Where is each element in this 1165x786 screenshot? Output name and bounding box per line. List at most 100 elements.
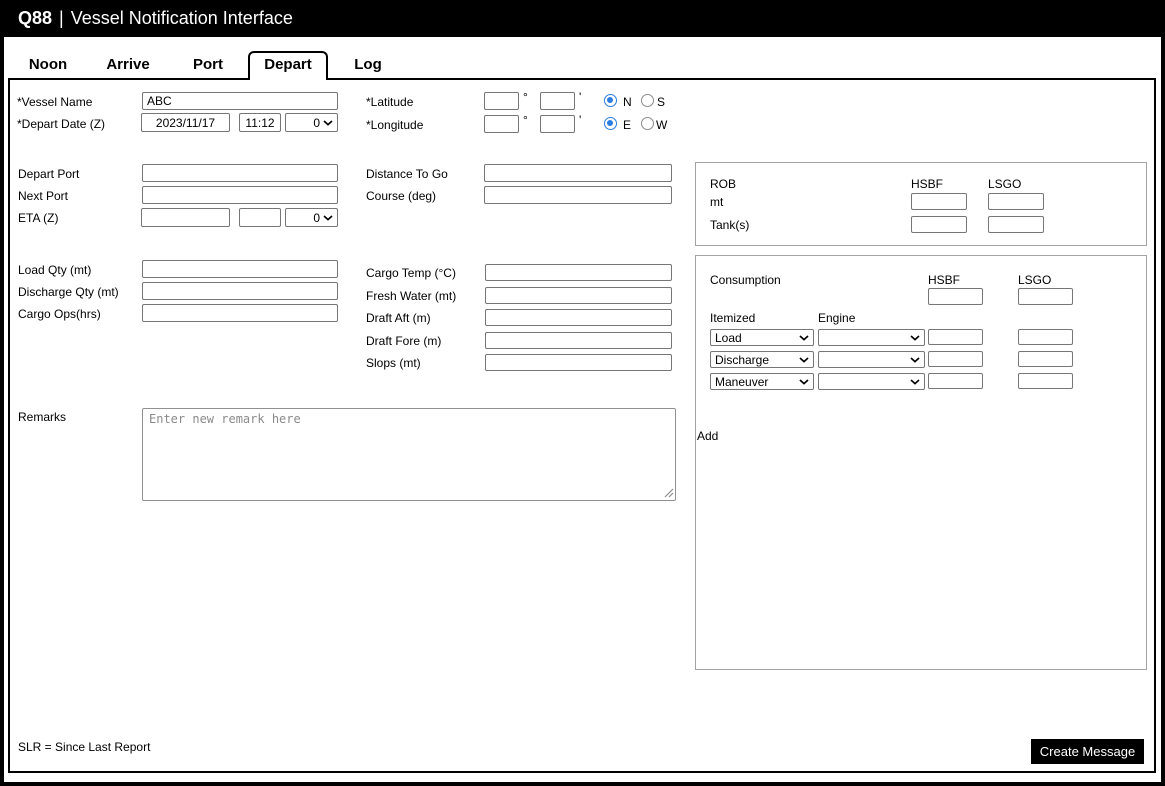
depart-timezone-value: 0 bbox=[313, 115, 320, 130]
tab-arrive[interactable]: Arrive bbox=[88, 52, 168, 78]
cargo-ops-label: Cargo Ops(hrs) bbox=[18, 307, 101, 321]
latitude-degrees-unit: ° bbox=[523, 90, 528, 104]
depart-timezone-select[interactable]: 0 bbox=[285, 113, 338, 132]
chevron-down-icon bbox=[323, 214, 333, 221]
latitude-minutes-input[interactable] bbox=[540, 92, 575, 110]
consumption-hsbf-input-1[interactable] bbox=[928, 329, 983, 345]
longitude-degrees-unit: ° bbox=[523, 113, 528, 127]
longitude-east-radio[interactable] bbox=[604, 117, 617, 130]
tab-noon[interactable]: Noon bbox=[8, 52, 88, 78]
depart-date-label: *Depart Date (Z) bbox=[17, 117, 106, 131]
vessel-notification-window: Q88 | Vessel Notification Interface Noon… bbox=[0, 0, 1165, 786]
chevron-down-icon bbox=[910, 356, 920, 363]
itemized-select-1[interactable]: Load bbox=[710, 329, 814, 346]
itemized-value-1: Load bbox=[715, 330, 742, 345]
longitude-minutes-input[interactable] bbox=[540, 115, 575, 133]
rob-hsbf-header: HSBF bbox=[911, 177, 944, 191]
consumption-hsbf-input-3[interactable] bbox=[928, 373, 983, 389]
tab-port[interactable]: Port bbox=[168, 52, 248, 78]
rob-lsgo-header: LSGO bbox=[988, 177, 1022, 191]
consumption-lsgo-input-2[interactable] bbox=[1018, 351, 1073, 367]
itemized-select-2[interactable]: Discharge bbox=[710, 351, 814, 368]
consumption-hsbf-header: HSBF bbox=[928, 273, 961, 287]
chevron-down-icon bbox=[799, 356, 809, 363]
eta-time-input[interactable] bbox=[239, 208, 281, 227]
slops-label: Slops (mt) bbox=[366, 356, 421, 370]
create-message-button[interactable]: Create Message bbox=[1031, 739, 1144, 764]
add-consumption-row-link[interactable]: Add bbox=[697, 429, 718, 443]
consumption-panel bbox=[695, 255, 1147, 670]
vessel-name-input[interactable] bbox=[142, 92, 338, 110]
cargo-ops-input[interactable] bbox=[142, 304, 338, 322]
remarks-label: Remarks bbox=[18, 410, 67, 424]
consumption-title: Consumption bbox=[710, 273, 781, 287]
latitude-north-radio[interactable] bbox=[604, 94, 617, 107]
engine-select-3[interactable] bbox=[818, 373, 925, 390]
load-qty-label: Load Qty (mt) bbox=[18, 263, 92, 277]
fresh-water-input[interactable] bbox=[485, 287, 672, 304]
eta-date-input[interactable] bbox=[141, 208, 230, 227]
rob-mt-hsbf-input[interactable] bbox=[911, 193, 967, 210]
page-title: Vessel Notification Interface bbox=[70, 8, 293, 28]
latitude-south-label: S bbox=[657, 95, 666, 109]
engine-header: Engine bbox=[818, 311, 856, 325]
title-separator: | bbox=[59, 8, 64, 28]
latitude-south-radio[interactable] bbox=[641, 94, 654, 107]
rob-mt-lsgo-input[interactable] bbox=[988, 193, 1044, 210]
tab-depart[interactable]: Depart bbox=[248, 51, 328, 80]
draft-fore-label: Draft Fore (m) bbox=[366, 334, 442, 348]
fresh-water-label: Fresh Water (mt) bbox=[366, 289, 457, 303]
longitude-west-radio[interactable] bbox=[641, 117, 654, 130]
course-input[interactable] bbox=[484, 186, 672, 204]
engine-select-2[interactable] bbox=[818, 351, 925, 368]
remarks-textarea[interactable] bbox=[142, 408, 676, 501]
course-label: Course (deg) bbox=[366, 189, 437, 203]
latitude-label: *Latitude bbox=[366, 95, 414, 109]
title-bar: Q88 | Vessel Notification Interface bbox=[0, 0, 1165, 37]
eta-label: ETA (Z) bbox=[18, 211, 59, 225]
next-port-input[interactable] bbox=[142, 186, 338, 204]
longitude-minutes-unit: ' bbox=[579, 113, 582, 127]
distance-to-go-input[interactable] bbox=[484, 164, 672, 182]
consumption-lsgo-header: LSGO bbox=[1018, 273, 1052, 287]
depart-time-input[interactable] bbox=[239, 113, 281, 132]
discharge-qty-label: Discharge Qty (mt) bbox=[18, 285, 119, 299]
latitude-minutes-unit: ' bbox=[579, 90, 582, 104]
eta-timezone-value: 0 bbox=[313, 210, 320, 225]
depart-port-input[interactable] bbox=[142, 164, 338, 182]
depart-port-label: Depart Port bbox=[18, 167, 80, 181]
discharge-qty-input[interactable] bbox=[142, 282, 338, 300]
slr-note: SLR = Since Last Report bbox=[18, 740, 151, 754]
consumption-total-hsbf-input[interactable] bbox=[928, 288, 983, 305]
slops-input[interactable] bbox=[485, 354, 672, 371]
cargo-temp-label: Cargo Temp (°C) bbox=[366, 266, 456, 280]
load-qty-input[interactable] bbox=[142, 260, 338, 278]
longitude-label: *Longitude bbox=[366, 118, 424, 132]
rob-tanks-label: Tank(s) bbox=[710, 218, 750, 232]
rob-mt-label: mt bbox=[710, 195, 724, 209]
depart-date-input[interactable] bbox=[141, 113, 230, 132]
rob-tanks-lsgo-input[interactable] bbox=[988, 216, 1044, 233]
itemized-select-3[interactable]: Maneuver bbox=[710, 373, 814, 390]
draft-aft-input[interactable] bbox=[485, 309, 672, 326]
cargo-temp-input[interactable] bbox=[485, 264, 672, 281]
latitude-degrees-input[interactable] bbox=[484, 92, 519, 110]
consumption-lsgo-input-1[interactable] bbox=[1018, 329, 1073, 345]
itemized-value-2: Discharge bbox=[715, 352, 770, 367]
distance-to-go-label: Distance To Go bbox=[366, 167, 448, 181]
longitude-degrees-input[interactable] bbox=[484, 115, 519, 133]
chevron-down-icon bbox=[799, 378, 809, 385]
consumption-lsgo-input-3[interactable] bbox=[1018, 373, 1073, 389]
eta-timezone-select[interactable]: 0 bbox=[285, 208, 338, 227]
consumption-total-lsgo-input[interactable] bbox=[1018, 288, 1073, 305]
longitude-west-label: W bbox=[656, 118, 668, 132]
rob-tanks-hsbf-input[interactable] bbox=[911, 216, 967, 233]
draft-fore-input[interactable] bbox=[485, 332, 672, 349]
vessel-name-label: *Vessel Name bbox=[17, 95, 93, 109]
chevron-down-icon bbox=[910, 334, 920, 341]
consumption-hsbf-input-2[interactable] bbox=[928, 351, 983, 367]
tab-log[interactable]: Log bbox=[328, 52, 408, 78]
app-brand: Q88 bbox=[18, 8, 53, 28]
latitude-north-label: N bbox=[623, 95, 632, 109]
engine-select-1[interactable] bbox=[818, 329, 925, 346]
